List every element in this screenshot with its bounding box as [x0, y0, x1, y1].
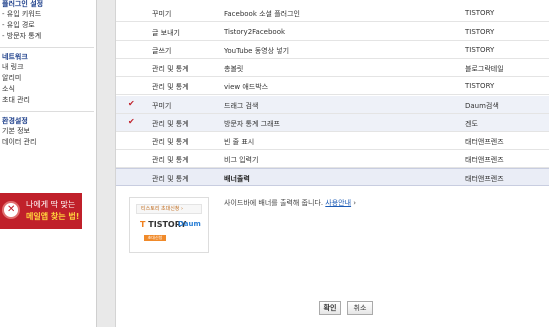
sidebar-divider	[0, 47, 94, 48]
plugin-category: 글 보내기	[152, 29, 180, 37]
table-row[interactable]: 관리 및 통계 배너출력 태터앤프렌즈	[116, 168, 549, 186]
plugin-category: 관리 및 통계	[152, 156, 189, 164]
plugin-author: 태터앤프렌즈	[465, 138, 504, 146]
plugin-name: Tistory2Facebook	[224, 28, 286, 36]
plugin-name: view 애드박스	[224, 83, 269, 91]
plugin-enabled-check-icon[interactable]: ✔	[128, 99, 135, 108]
plugin-description-text: 사이드바에 배너를 출력해 줍니다.	[224, 199, 324, 207]
plugin-author: TISTORY	[465, 46, 495, 54]
table-row[interactable]: 글쓰기 YouTube 동영상 넣기 TISTORY	[116, 41, 549, 59]
table-row[interactable]: 관리 및 통계 비그 입력기 태터앤프렌즈	[116, 150, 549, 168]
sidebar-item-news[interactable]: 소식	[2, 84, 96, 95]
plugin-category: 관리 및 통계	[152, 65, 189, 73]
plugin-name: 방문자 통계 그래프	[224, 120, 280, 128]
plugin-description: 사이드바에 배너를 출력해 줍니다. 사용안내 ›	[224, 198, 356, 208]
sidebar-plugin-heading[interactable]: 플러그인 설정	[2, 0, 96, 9]
table-row[interactable]: ✔ 관리 및 통계 방문자 통계 그래프 겐도	[116, 114, 549, 132]
alarm-clock-icon	[2, 201, 20, 219]
banner-line-2: 메일앱 찾는 법!	[26, 212, 80, 221]
sidebar-divider	[0, 111, 94, 112]
plugin-settings-page: 플러그인 설정 - 유입 키워드 - 유입 경로 - 방문자 통계 네트워크 내…	[0, 0, 549, 327]
sidebar-env-heading[interactable]: 환경설정	[2, 117, 96, 126]
plugin-author: Daum검색	[465, 102, 499, 110]
sidebar: 플러그인 설정 - 유입 키워드 - 유입 경로 - 방문자 통계 네트워크 내…	[0, 0, 97, 327]
plugin-name: 드래그 검색	[224, 102, 259, 110]
plugin-category: 글쓰기	[152, 47, 172, 55]
plugin-name: 배너출력	[224, 175, 250, 183]
banner-line-1: 나에게 딱 맞는	[26, 200, 76, 209]
plugin-name: YouTube 동영상 넣기	[224, 47, 290, 55]
sidebar-item-my-links[interactable]: 내 링크	[2, 62, 96, 73]
plugin-category: 관리 및 통계	[152, 175, 189, 183]
plugin-list-panel: 꾸미기 Facebook 소셜 플러그인 TISTORY 글 보내기 Tistory2F…	[115, 0, 549, 327]
plugin-category: 관리 및 통계	[152, 83, 189, 91]
sidebar-item-basic-info[interactable]: 기본 정보	[2, 126, 96, 137]
confirm-button[interactable]: 확인	[319, 301, 341, 315]
tistory-logo-mark: T	[140, 220, 146, 229]
thumb-invite-badge: 초대신청	[144, 235, 166, 241]
plugin-name: Facebook 소셜 플러그인	[224, 10, 300, 18]
sidebar-item-notifier[interactable]: 알리미	[2, 73, 96, 84]
thumb-invite-bar: 티스토리 초대신청 ›	[136, 204, 202, 214]
sidebar-network-heading[interactable]: 네트워크	[2, 53, 96, 62]
plugin-author: TISTORY	[465, 9, 495, 17]
daum-logo: Daum	[178, 220, 201, 228]
plugin-author: 겐도	[465, 120, 478, 128]
sidebar-item-invites[interactable]: 초대 관리	[2, 95, 96, 106]
plugin-category: 관리 및 통계	[152, 138, 189, 146]
plugin-category: 꾸미기	[152, 10, 172, 18]
plugin-name: 비그 입력기	[224, 156, 259, 164]
cancel-button[interactable]: 취소	[347, 301, 373, 315]
table-row[interactable]: 관리 및 통계 총볼릿 블로그락테일	[116, 59, 549, 77]
table-row[interactable]: 글 보내기 Tistory2Facebook TISTORY	[116, 23, 549, 41]
plugin-name: 빈 줄 표시	[224, 138, 255, 146]
sidebar-item-data-manage[interactable]: 데이터 관리	[2, 137, 96, 148]
plugin-enabled-check-icon[interactable]: ✔	[128, 117, 135, 126]
sidebar-item-visitor-stats[interactable]: - 방문자 통계	[2, 31, 96, 42]
plugin-author: 블로그락테일	[465, 65, 504, 73]
sidebar-env-section: 환경설정 기본 정보 데이터 관리	[0, 117, 96, 148]
plugin-author: 태터앤프렌즈	[465, 156, 504, 164]
plugin-category: 꾸미기	[152, 102, 172, 110]
mail-app-banner[interactable]: 나에게 딱 맞는 메일앱 찾는 법!	[0, 193, 82, 229]
usage-guide-link[interactable]: 사용안내	[325, 199, 351, 207]
usage-guide-arrow: ›	[351, 199, 357, 207]
plugin-author: TISTORY	[465, 82, 495, 90]
table-row[interactable]: 관리 및 통계 빈 줄 표시 태터앤프렌즈	[116, 132, 549, 150]
sidebar-network-section: 네트워크 내 링크 알리미 소식 초대 관리	[0, 53, 96, 106]
sidebar-item-keywords[interactable]: - 유입 키워드	[2, 9, 96, 20]
plugin-name: 총볼릿	[224, 65, 244, 73]
plugin-preview-thumbnail: 티스토리 초대신청 › T TISTORY Daum 초대신청	[129, 197, 209, 253]
table-row[interactable]: ✔ 꾸미기 드래그 검색 Daum검색	[116, 96, 549, 114]
plugin-category: 관리 및 통계	[152, 120, 189, 128]
table-row[interactable]: 관리 및 통계 view 애드박스 TISTORY	[116, 77, 549, 95]
table-row[interactable]: 꾸미기 Facebook 소셜 플러그인 TISTORY	[116, 4, 549, 22]
sidebar-item-referrers[interactable]: - 유입 경로	[2, 20, 96, 31]
sidebar-plugin-section: 플러그인 설정 - 유입 키워드 - 유입 경로 - 방문자 통계	[0, 0, 96, 42]
plugin-author: 태터앤프렌즈	[465, 175, 504, 183]
plugin-author: TISTORY	[465, 28, 495, 36]
